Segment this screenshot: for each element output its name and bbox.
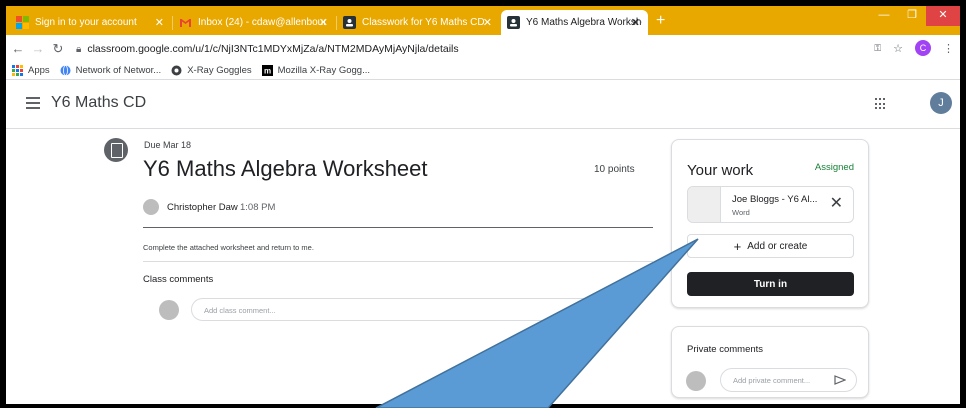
add-or-create-label: Add or create — [747, 240, 808, 252]
window-controls: — ❐ ✕ — [870, 6, 960, 26]
url-field[interactable]: 🔒︎ classroom.google.com/u/1/c/NjI3NTc1MDY… — [76, 43, 459, 55]
bookmark-xray[interactable]: X-Ray Goggles — [171, 65, 252, 76]
divider — [143, 227, 653, 228]
bookmark-label: X-Ray Goggles — [187, 65, 252, 76]
maximize-icon[interactable]: ❐ — [898, 6, 926, 26]
close-tab-icon[interactable]: ✕ — [319, 16, 328, 29]
close-tab-icon[interactable]: ✕ — [155, 16, 164, 29]
apps-grid-icon — [12, 65, 23, 76]
post-time: 1:08 PM — [240, 202, 276, 213]
user-avatar[interactable]: J — [930, 92, 952, 114]
your-work-title: Your work — [687, 162, 754, 179]
attachment-chip[interactable]: Joe Bloggs - Y6 Al... Word ✕ — [687, 186, 854, 223]
assignment-points: 10 points — [594, 164, 635, 175]
private-comment-placeholder: Add private comment... — [733, 376, 811, 385]
bookmark-apps[interactable]: Apps — [12, 65, 50, 76]
commenter-avatar — [159, 300, 179, 320]
toolbar-actions: ⚿ ☆ C ⋮ — [874, 40, 954, 56]
tab-algebra-worksheet[interactable]: Y6 Maths Algebra Worksheet ✕ — [501, 10, 648, 35]
attachment-type: Word — [732, 208, 750, 217]
classroom-icon — [507, 16, 520, 29]
status-badge: Assigned — [814, 162, 854, 173]
back-icon[interactable]: ← — [10, 41, 26, 56]
globe-icon — [60, 65, 71, 76]
microsoft-icon — [16, 16, 29, 29]
close-tab-icon[interactable]: ✕ — [631, 16, 640, 29]
profile-avatar[interactable]: C — [915, 40, 931, 56]
bookmark-label: Apps — [28, 65, 50, 76]
classroom-icon — [343, 16, 356, 29]
bookmark-mozilla-xray[interactable]: m Mozilla X-Ray Gogg... — [261, 65, 371, 76]
hamburger-menu-icon[interactable] — [26, 97, 40, 109]
tab-label: Y6 Maths Algebra Worksheet — [526, 17, 642, 28]
close-tab-icon[interactable]: ✕ — [483, 16, 492, 29]
svg-text:m: m — [264, 67, 271, 76]
class-title[interactable]: Y6 Maths CD — [51, 94, 146, 112]
author-avatar — [143, 199, 159, 215]
bookmark-label: Network of Networ... — [75, 65, 162, 76]
forward-icon[interactable]: → — [30, 41, 46, 56]
plus-icon: + — [733, 238, 742, 254]
mozilla-icon: m — [261, 65, 273, 76]
turn-in-button[interactable]: Turn in — [687, 272, 854, 296]
tab-label: Inbox (24) - cdaw@allenbourn.co — [198, 17, 326, 28]
class-comment-input[interactable]: Add class comment... — [191, 298, 631, 321]
bookmark-network[interactable]: Network of Networ... — [60, 65, 162, 76]
add-or-create-button[interactable]: + Add or create — [687, 234, 854, 258]
tab-label: Sign in to your account — [35, 17, 137, 28]
close-window-icon[interactable]: ✕ — [926, 6, 960, 26]
due-date: Due Mar 18 — [144, 140, 192, 150]
tab-inbox[interactable]: Inbox (24) - cdaw@allenbourn.co ✕ — [173, 10, 336, 35]
private-comments-heading: Private comments — [687, 344, 764, 355]
remove-attachment-icon[interactable]: ✕ — [830, 196, 843, 212]
assignment-title: Y6 Maths Algebra Worksheet — [143, 156, 428, 181]
your-work-card: Your work Assigned Joe Bloggs - Y6 Al...… — [671, 139, 869, 308]
commenter-avatar — [686, 371, 706, 391]
bookmark-label: Mozilla X-Ray Gogg... — [277, 65, 371, 76]
key-icon[interactable]: ⚿ — [874, 43, 881, 54]
google-apps-icon[interactable] — [875, 98, 887, 110]
attachment-thumbnail — [688, 187, 721, 222]
kebab-menu-icon[interactable]: ⋮ — [943, 42, 954, 55]
url-text: classroom.google.com/u/1/c/NjI3NTc1MDYxM… — [87, 42, 459, 55]
class-comments-heading: Class comments — [143, 274, 214, 285]
send-icon[interactable] — [834, 375, 847, 387]
lock-icon: 🔒︎ — [76, 43, 82, 55]
gmail-icon — [179, 16, 192, 29]
minimize-icon[interactable]: — — [870, 6, 898, 26]
browser-window: Sign in to your account ✕ Inbox (24) - c… — [6, 6, 960, 404]
assignment-instructions: Complete the attached worksheet and retu… — [143, 243, 314, 252]
private-comment-input[interactable]: Add private comment... — [720, 368, 857, 392]
bookmarks-bar: Apps Network of Networ... X-Ray Goggles … — [6, 62, 960, 80]
tab-label: Classwork for Y6 Maths CD — [362, 17, 485, 28]
new-tab-button[interactable]: + — [656, 12, 665, 30]
address-toolbar: ← → ↻ 🔒︎ classroom.google.com/u/1/c/NjI3N… — [6, 35, 960, 62]
divider — [143, 261, 653, 262]
tab-sign-in[interactable]: Sign in to your account ✕ — [10, 10, 172, 35]
xray-icon — [171, 65, 182, 76]
attachment-name: Joe Bloggs - Y6 Al... — [732, 194, 818, 205]
assignment-icon — [104, 138, 128, 162]
private-comments-card: Private comments Add private comment... — [671, 326, 869, 398]
reload-icon[interactable]: ↻ — [50, 41, 66, 57]
classroom-header: Y6 Maths CD J — [6, 80, 960, 129]
tab-strip: Sign in to your account ✕ Inbox (24) - c… — [6, 6, 960, 35]
author-name: Christopher Daw — [167, 202, 238, 213]
tab-classwork[interactable]: Classwork for Y6 Maths CD ✕ — [337, 10, 500, 35]
star-icon[interactable]: ☆ — [893, 42, 903, 55]
